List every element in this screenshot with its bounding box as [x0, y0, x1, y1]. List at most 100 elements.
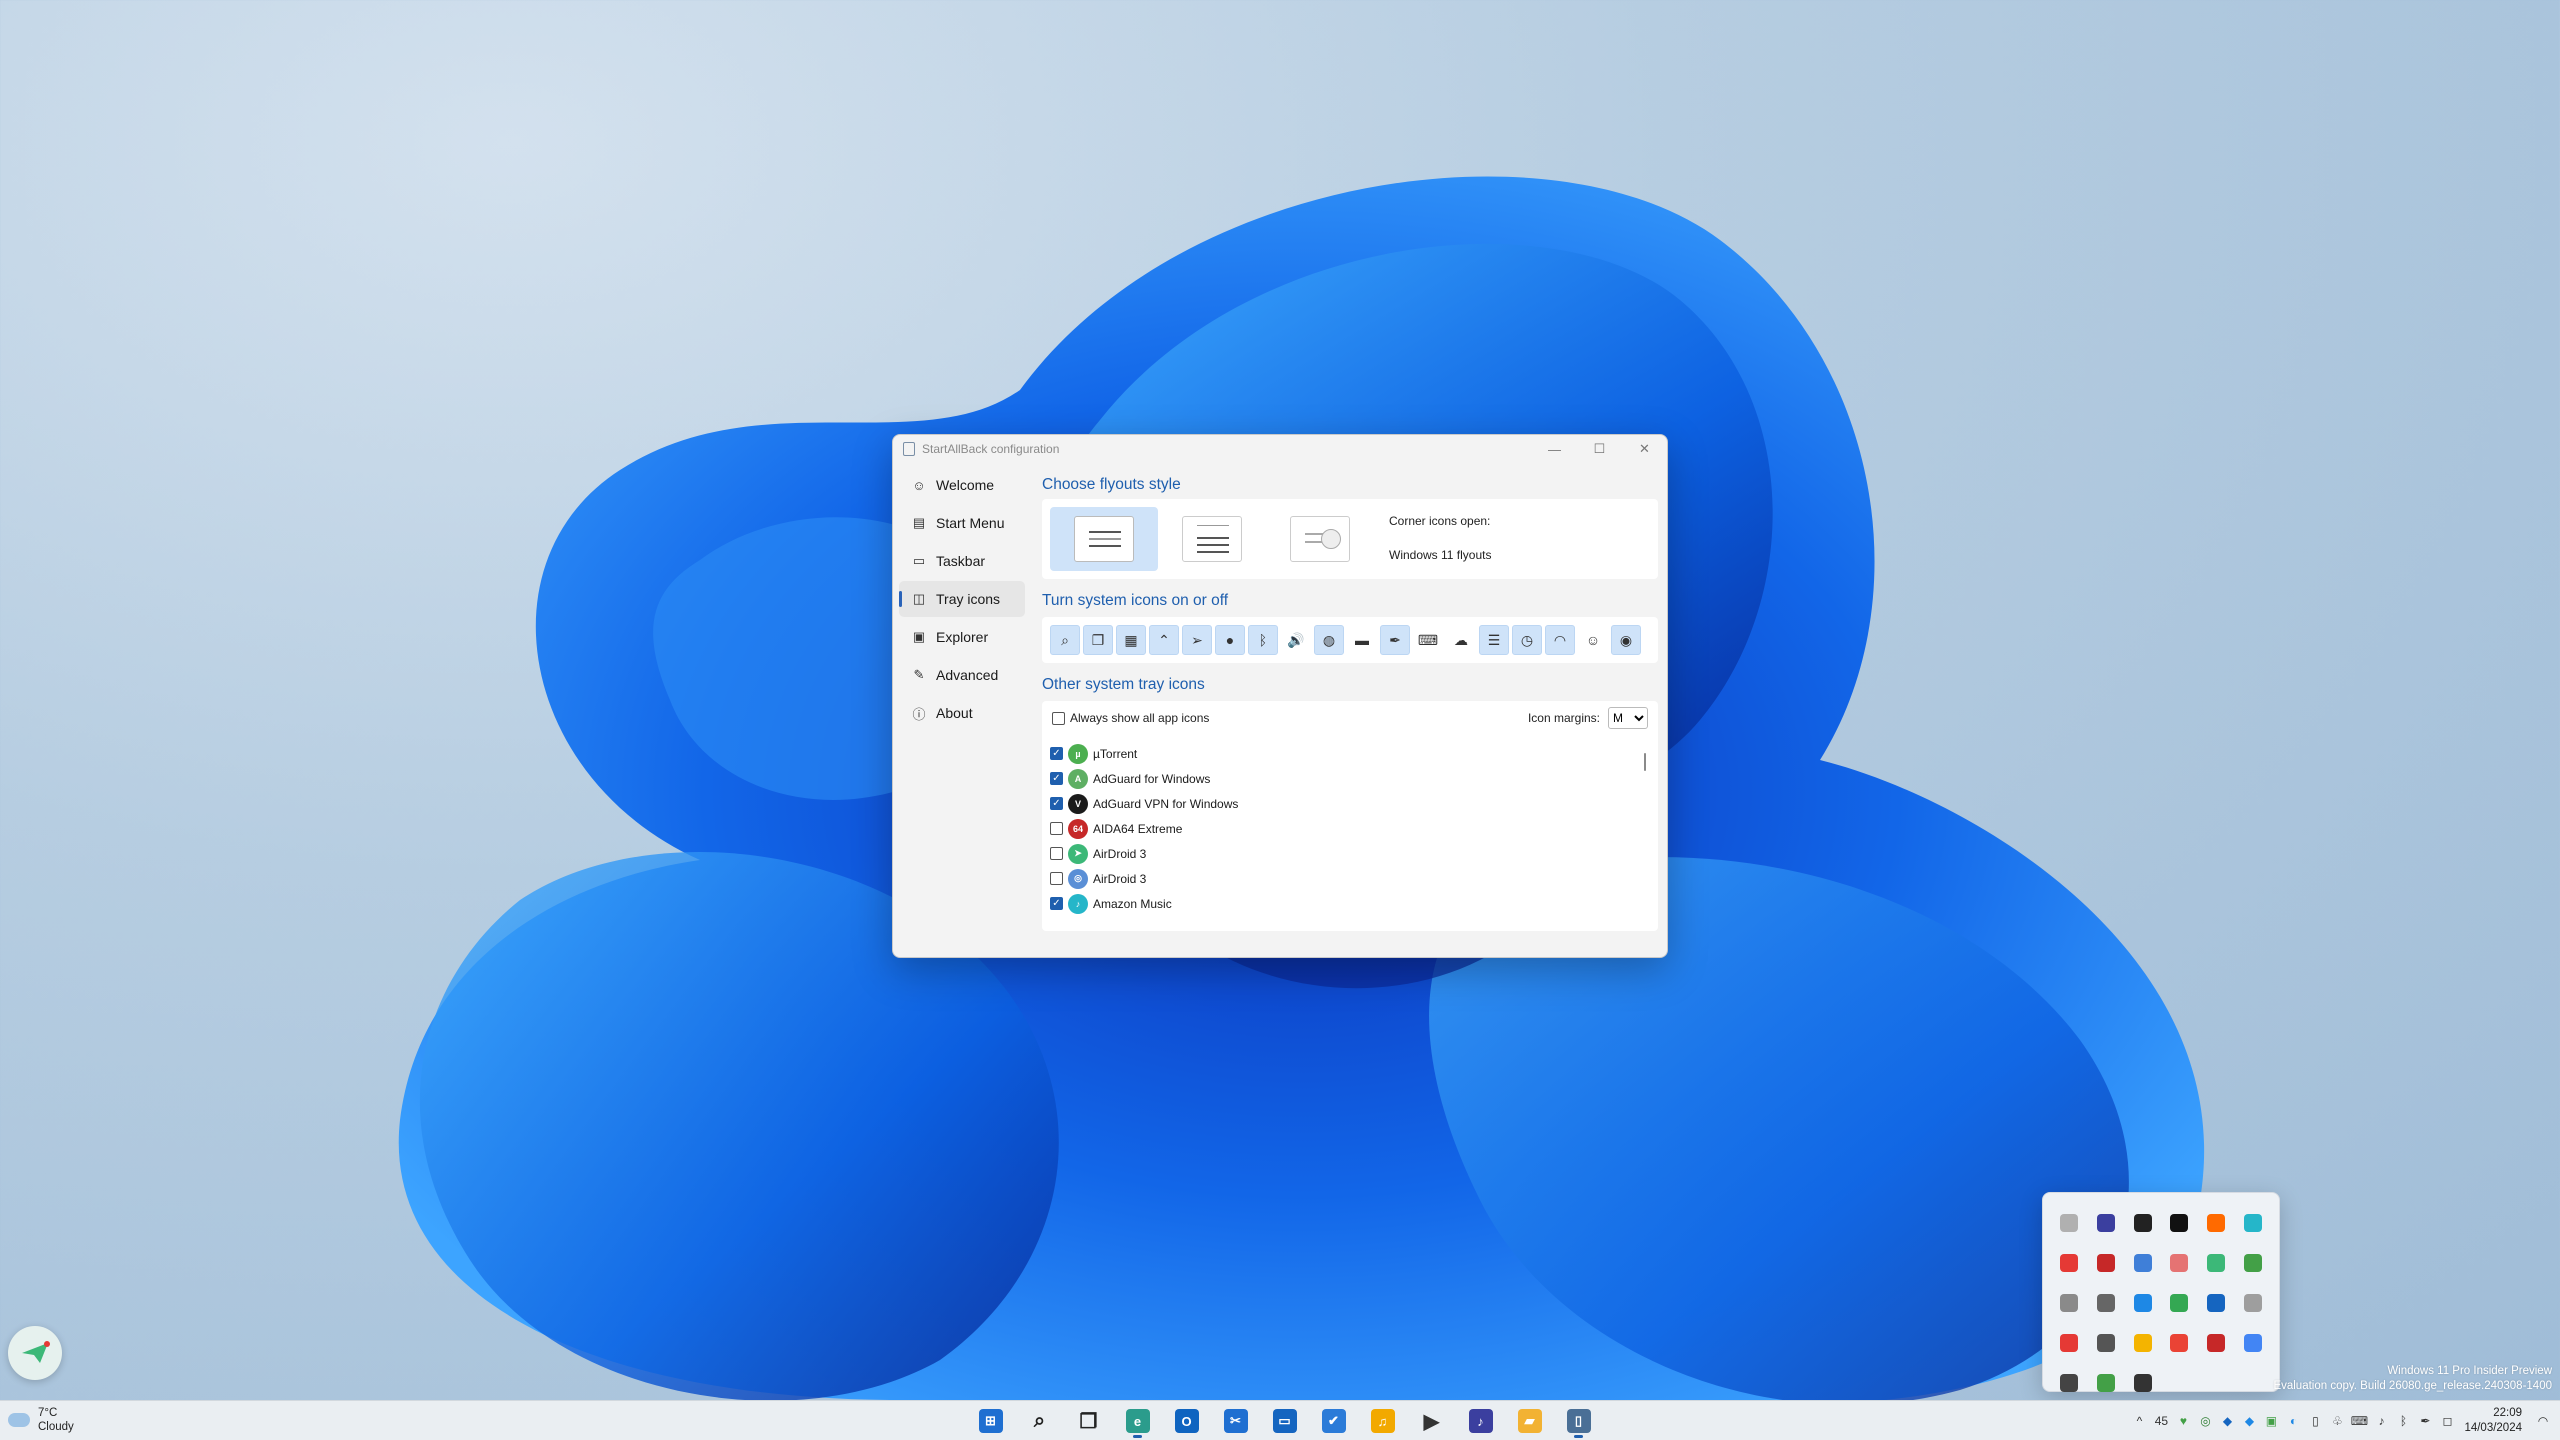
list-item[interactable]: ➤ AirDroid 3: [1050, 841, 1642, 866]
list-item[interactable]: ◎ AirDroid 3: [1050, 866, 1642, 891]
list-item[interactable]: ✓ ♪ Amazon Music: [1050, 891, 1642, 916]
cloud-icon[interactable]: [2088, 1283, 2125, 1323]
volume-tray-icon[interactable]: ♪: [2370, 1401, 2392, 1440]
flyout-style-win10[interactable]: [1158, 507, 1266, 571]
keyboard-icon[interactable]: ⌨: [1413, 625, 1443, 655]
sharex-icon[interactable]: [2124, 1283, 2161, 1323]
search-icon[interactable]: ⌕: [1050, 625, 1080, 655]
notifications-icon[interactable]: ◠: [1545, 625, 1575, 655]
pen-tray-icon[interactable]: ✒: [2414, 1401, 2436, 1440]
icon-margins-select[interactable]: M: [1608, 707, 1648, 729]
flower-icon[interactable]: [2088, 1323, 2125, 1363]
app-list-scrollbar[interactable]: [1640, 743, 1650, 919]
aida64-icon[interactable]: [2088, 1243, 2125, 1283]
adguard-vpn-icon[interactable]: [2198, 1323, 2235, 1363]
task-view-icon[interactable]: ❐: [1083, 625, 1113, 655]
pen-icon[interactable]: ✒: [1380, 625, 1410, 655]
adguard-tray-icon[interactable]: ♥: [2172, 1401, 2194, 1440]
scissors-icon[interactable]: [2051, 1203, 2088, 1243]
outlook-app[interactable]: O: [1162, 1401, 1211, 1440]
sync-tray-icon[interactable]: ◎: [2194, 1401, 2216, 1440]
airdroid-icon[interactable]: [2198, 1243, 2235, 1283]
list-item[interactable]: ✓ A AdGuard for Windows: [1050, 766, 1642, 791]
minimize-button[interactable]: —: [1532, 435, 1577, 463]
file-explorer-app[interactable]: ▰: [1505, 1401, 1554, 1440]
battery-tray-icon[interactable]: ▯: [2304, 1401, 2326, 1440]
start-button[interactable]: ⊞: [966, 1401, 1015, 1440]
list-item[interactable]: ✓ V AdGuard VPN for Windows: [1050, 791, 1642, 816]
chevron-up-icon[interactable]: ⌃: [1149, 625, 1179, 655]
keyboard-tray-icon[interactable]: ⌨: [2348, 1401, 2370, 1440]
sidebar-item-taskbar[interactable]: ▭ Taskbar: [899, 543, 1025, 579]
app-checkbox[interactable]: ✓: [1050, 747, 1063, 760]
app-checkbox[interactable]: [1050, 872, 1063, 885]
lock-icon[interactable]: [2124, 1363, 2161, 1403]
app-checkbox[interactable]: ✓: [1050, 897, 1063, 910]
bluetooth-tray-icon[interactable]: ᛒ: [2392, 1401, 2414, 1440]
settings-gear-icon[interactable]: [2234, 1283, 2271, 1323]
sidebar-item-about[interactable]: ⓘ About: [899, 695, 1025, 731]
airdroid-floating-button[interactable]: [8, 1326, 62, 1380]
adguard-icon[interactable]: [2051, 1243, 2088, 1283]
pie-icon[interactable]: [2051, 1323, 2088, 1363]
task-view-button[interactable]: ❐: [1064, 1401, 1113, 1440]
list-item[interactable]: 64 AIDA64 Extreme: [1050, 816, 1642, 841]
search-button[interactable]: ⌕: [1015, 1401, 1064, 1440]
coin-icon[interactable]: [2124, 1323, 2161, 1363]
edge-app[interactable]: e: [1113, 1401, 1162, 1440]
sidebar-item-start-menu[interactable]: ▤ Start Menu: [899, 505, 1025, 541]
sidebar-item-tray-icons[interactable]: ◫ Tray icons: [899, 581, 1025, 617]
monitor-icon[interactable]: [2234, 1203, 2271, 1243]
sidebar-item-welcome[interactable]: ☺ Welcome: [899, 467, 1025, 503]
always-show-checkbox[interactable]: [1052, 711, 1065, 725]
sidebar-item-explorer[interactable]: ▣ Explorer: [899, 619, 1025, 655]
green-tray-icon[interactable]: ▣: [2260, 1401, 2282, 1440]
sidebar-item-advanced[interactable]: ✎ Advanced: [899, 657, 1025, 693]
widgets-icon[interactable]: ▦: [1116, 625, 1146, 655]
user-icon[interactable]: ☺: [1578, 625, 1608, 655]
maps-icon[interactable]: [2161, 1323, 2198, 1363]
volume-icon[interactable]: 🔊: [1281, 625, 1311, 655]
weather-icon[interactable]: ☁: [1446, 625, 1476, 655]
flyout-style-win7[interactable]: [1266, 507, 1374, 571]
display-icon[interactable]: [2088, 1203, 2125, 1243]
location-icon[interactable]: ➢: [1182, 625, 1212, 655]
remote-desktop-icon[interactable]: [2198, 1283, 2235, 1323]
bluetooth-icon[interactable]: ᛒ: [1248, 625, 1278, 655]
assistant-icon[interactable]: [2234, 1323, 2271, 1363]
sync-icon[interactable]: [2124, 1243, 2161, 1283]
cloud-tray-icon[interactable]: ◐: [2282, 1401, 2304, 1440]
battery-icon[interactable]: ▬: [1347, 625, 1377, 655]
startallback-app[interactable]: ▯: [1554, 1401, 1603, 1440]
quick-settings-icon[interactable]: ☰: [1479, 625, 1509, 655]
snipping-tool-app[interactable]: ✂: [1211, 1401, 1260, 1440]
nvidia-icon[interactable]: [2124, 1203, 2161, 1243]
close-button[interactable]: ✕: [1622, 435, 1667, 463]
installer-icon[interactable]: [2198, 1203, 2235, 1243]
network-tray-icon[interactable]: ◻: [2436, 1401, 2458, 1440]
tray-count-badge[interactable]: 45: [2150, 1401, 2172, 1440]
network-adapter-icon[interactable]: [2051, 1283, 2088, 1323]
amazon-music-app[interactable]: ♪: [1456, 1401, 1505, 1440]
security-tray-icon[interactable]: ◆: [2238, 1401, 2260, 1440]
maximize-button[interactable]: ☐: [1577, 435, 1622, 463]
remote-desktop-app[interactable]: ▭: [1260, 1401, 1309, 1440]
list-item[interactable]: ✓ µ µTorrent: [1050, 741, 1642, 766]
google-drive-icon[interactable]: [2161, 1283, 2198, 1323]
title-bar[interactable]: StartAllBack configuration — ☐ ✕: [893, 435, 1667, 463]
clock[interactable]: 22:09 14/03/2024: [2464, 1406, 2522, 1436]
chevron-up-icon[interactable]: ^: [2128, 1401, 2150, 1440]
app-checkbox[interactable]: ✓: [1050, 772, 1063, 785]
corner-icons-value[interactable]: Windows 11 flyouts: [1389, 547, 1492, 581]
green-app-icon[interactable]: [2088, 1363, 2125, 1403]
gem-icon[interactable]: [2234, 1243, 2271, 1283]
app-checkbox[interactable]: ✓: [1050, 797, 1063, 810]
sun-icon[interactable]: [2051, 1363, 2088, 1403]
headset-tray-icon[interactable]: ♧: [2326, 1401, 2348, 1440]
app-checkbox[interactable]: [1050, 847, 1063, 860]
weather-widget[interactable]: 7°C Cloudy: [8, 1406, 74, 1434]
itunes-app[interactable]: ♫: [1358, 1401, 1407, 1440]
microphone-icon[interactable]: ●: [1215, 625, 1245, 655]
notification-bell-icon[interactable]: ◠: [2532, 1401, 2554, 1440]
video-editor-app[interactable]: ▶: [1407, 1401, 1456, 1440]
